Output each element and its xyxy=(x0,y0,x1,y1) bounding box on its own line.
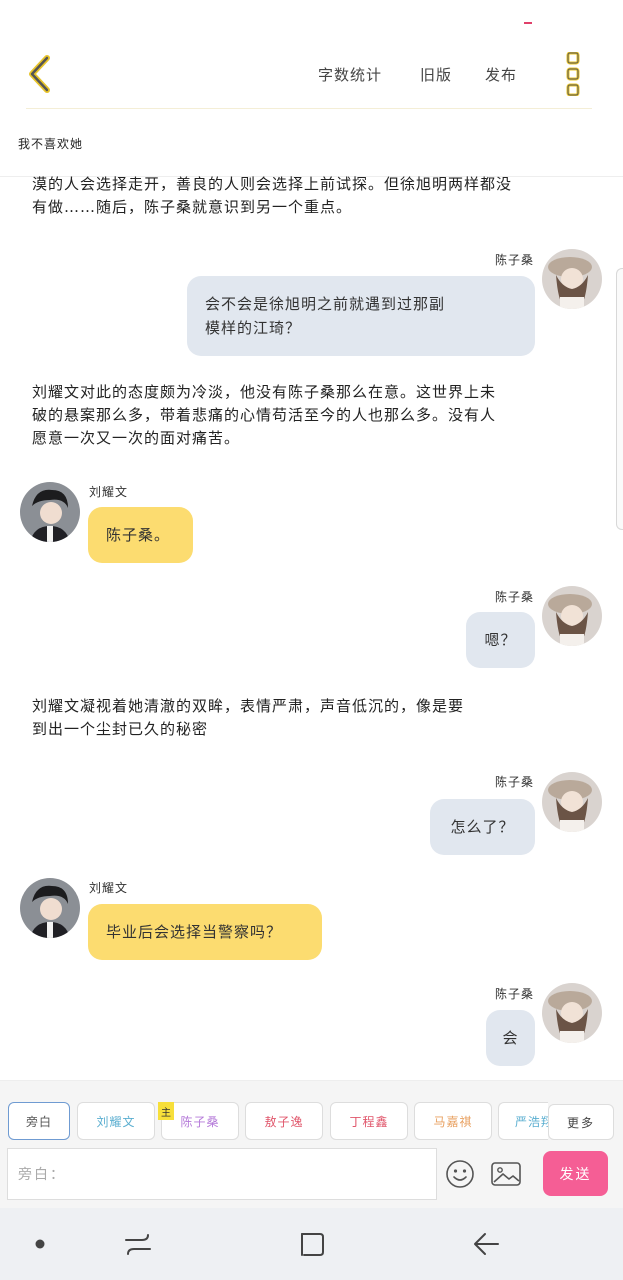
message-text: 怎么了？ xyxy=(450,818,515,836)
narration-line: 刘耀文对此的态度颇为冷淡，他没有陈子桑那么在意。这世界上未 xyxy=(32,383,497,401)
narration-text[interactable]: 刘耀文对此的态度颇为冷淡，他没有陈子桑那么在意。这世界上未 破的悬案那么多，带着… xyxy=(32,381,588,450)
smiley-icon xyxy=(446,1160,474,1188)
send-button[interactable]: 发送 xyxy=(543,1151,608,1196)
main-role-badge: 主 xyxy=(158,1102,174,1120)
role-chip-dingchengxin[interactable]: 丁程鑫 xyxy=(330,1102,408,1140)
avatar-image xyxy=(542,772,602,832)
narration-line: 破的悬案那么多，带着悲痛的心情苟活至今的人也那么多。没有人 xyxy=(32,406,497,424)
avatar-image xyxy=(542,249,602,309)
role-label: 马嘉祺 xyxy=(433,1114,473,1129)
message-text: 会 xyxy=(502,1029,519,1047)
narration-text[interactable]: 漠的人会选择走开，善良的人则会选择上前试探。但徐旭明两样都没 有做……随后，陈子… xyxy=(32,173,588,219)
message-bubble[interactable]: 嗯？ xyxy=(466,612,535,668)
back-arrow-icon xyxy=(474,1233,499,1255)
role-chip-narrator[interactable]: 旁白 xyxy=(8,1102,70,1140)
dot-icon xyxy=(35,1239,45,1249)
message-bubble[interactable]: 陈子桑。 xyxy=(88,507,193,563)
input-placeholder: 旁白： xyxy=(18,1167,66,1183)
sender-name: 刘耀文 xyxy=(89,485,129,499)
message-bubble[interactable]: 怎么了？ xyxy=(430,799,535,855)
recent-apps-button[interactable] xyxy=(120,1226,156,1262)
avatar-chenzisang[interactable] xyxy=(542,586,602,646)
recents-icon xyxy=(125,1234,151,1255)
role-chip-yanhaoxiang[interactable]: 严浩翔 xyxy=(498,1102,548,1140)
avatar-image xyxy=(542,586,602,646)
sender-name: 陈子桑 xyxy=(494,253,534,267)
narration-text[interactable]: 刘耀文凝视着她清澈的双眸，表情严肃，声音低沉的，像是要 到出一个尘封已久的秘密 xyxy=(32,695,588,741)
sender-name: 陈子桑 xyxy=(494,987,534,1001)
avatar-image xyxy=(20,878,80,938)
message-bubble[interactable]: 会 xyxy=(486,1010,535,1066)
role-label: 敖子逸 xyxy=(264,1114,304,1129)
sender-name: 刘耀文 xyxy=(89,881,129,895)
role-label: 严浩翔 xyxy=(515,1114,548,1129)
avatar-chenzisang[interactable] xyxy=(542,249,602,309)
sender-name: 陈子桑 xyxy=(494,590,534,604)
role-chip-aoziyi[interactable]: 敖子逸 xyxy=(245,1102,323,1140)
more-vertical-icon xyxy=(566,51,580,97)
old-version-link[interactable]: 旧版 xyxy=(420,64,452,85)
avatar-image xyxy=(20,482,80,542)
avatar-chenzisang[interactable] xyxy=(542,983,602,1043)
more-roles-button[interactable]: 更多 xyxy=(548,1104,614,1140)
sender-name: 陈子桑 xyxy=(494,775,534,789)
scrollbar[interactable] xyxy=(616,268,623,530)
message-text: 嗯？ xyxy=(484,631,517,649)
message-bubble[interactable]: 毕业后会选择当警察吗？ xyxy=(88,904,322,960)
chevron-left-icon xyxy=(29,55,50,93)
image-icon xyxy=(491,1162,521,1186)
nav-dot-button[interactable] xyxy=(22,1226,58,1262)
message-text: 陈子桑。 xyxy=(106,526,171,544)
emoji-button[interactable] xyxy=(445,1159,475,1189)
role-label: 陈子桑 xyxy=(180,1114,220,1129)
divider xyxy=(26,108,592,109)
role-label: 刘耀文 xyxy=(96,1114,136,1129)
role-chip-liuyaowen[interactable]: 刘耀文 xyxy=(77,1102,155,1140)
menu-button[interactable] xyxy=(560,51,586,97)
home-icon xyxy=(301,1233,324,1256)
back-button[interactable] xyxy=(20,52,60,96)
top-bar xyxy=(0,0,623,110)
avatar-liuyaowen[interactable] xyxy=(20,482,80,542)
avatar-chenzisang[interactable] xyxy=(542,772,602,832)
role-chip-majiaqi[interactable]: 马嘉祺 xyxy=(414,1102,492,1140)
status-indicator xyxy=(524,22,532,24)
chat-title: 我不喜欢她 xyxy=(18,137,84,151)
home-button[interactable] xyxy=(294,1226,330,1262)
back-nav-button[interactable] xyxy=(468,1226,504,1262)
narration-line: 有做……随后，陈子桑就意识到另一个重点。 xyxy=(32,198,353,216)
role-label: 丁程鑫 xyxy=(349,1114,389,1129)
role-label: 旁白 xyxy=(25,1114,52,1129)
publish-link[interactable]: 发布 xyxy=(485,64,517,85)
narration-line: 刘耀文凝视着她清澈的双眸，表情严肃，声音低沉的，像是要 xyxy=(32,697,465,715)
narration-line: 到出一个尘封已久的秘密 xyxy=(32,720,209,738)
avatar-liuyaowen[interactable] xyxy=(20,878,80,938)
avatar-image xyxy=(542,983,602,1043)
message-input[interactable]: 旁白： xyxy=(7,1148,437,1200)
narration-line: 漠的人会选择走开，善良的人则会选择上前试探。但徐旭明两样都没 xyxy=(32,175,513,193)
message-text: 毕业后会选择当警察吗？ xyxy=(106,923,283,941)
narration-line: 愿意一次又一次的面对痛苦。 xyxy=(32,429,241,447)
word-count-link[interactable]: 字数统计 xyxy=(318,64,382,85)
message-bubble[interactable]: 会不会是徐旭明之前就遇到过那副 模样的江琦？ xyxy=(187,276,535,356)
message-line: 模样的江琦？ xyxy=(205,319,302,337)
message-line: 会不会是徐旭明之前就遇到过那副 xyxy=(205,295,446,313)
image-button[interactable] xyxy=(490,1159,522,1189)
